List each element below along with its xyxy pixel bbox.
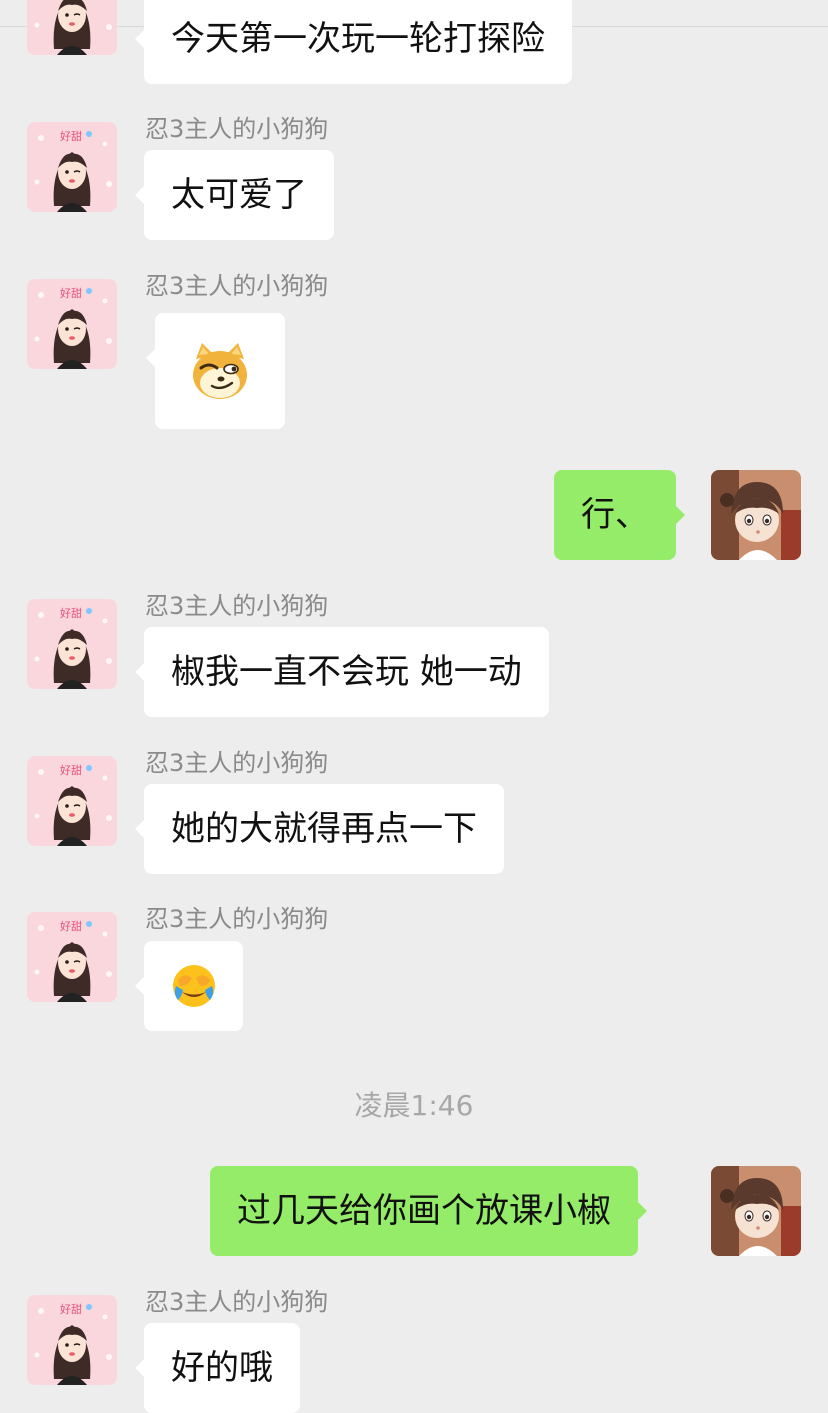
chat-timestamp: 凌晨1:46 bbox=[354, 1089, 474, 1122]
message-bubble[interactable]: 行、 bbox=[554, 470, 685, 560]
message-text: 今天第一次玩一轮打探险 bbox=[171, 19, 545, 59]
sender-name: 忍3主人的小狗狗 bbox=[145, 592, 329, 620]
contact-avatar[interactable] bbox=[27, 0, 117, 55]
message-text: 她的大就得再点一下 bbox=[171, 809, 477, 849]
emoji-message[interactable] bbox=[135, 941, 243, 1031]
contact-avatar[interactable] bbox=[27, 599, 117, 689]
message-text: 行、 bbox=[581, 495, 649, 535]
sender-name: 忍3主人的小狗狗 bbox=[145, 905, 329, 933]
sender-name: 忍3主人的小狗狗 bbox=[145, 1288, 329, 1316]
message-bubble[interactable]: 太可爱了 bbox=[135, 150, 334, 240]
message-bubble[interactable]: 椒我一直不会玩 她一动 bbox=[135, 627, 549, 717]
sender-name: 忍3主人的小狗狗 bbox=[145, 272, 329, 300]
my-avatar[interactable] bbox=[711, 1166, 801, 1256]
contact-avatar[interactable] bbox=[27, 756, 117, 846]
doge-smirk-icon bbox=[193, 343, 247, 399]
contact-avatar[interactable] bbox=[27, 912, 117, 1002]
sender-name: 忍3主人的小狗狗 bbox=[145, 749, 329, 777]
message-bubble[interactable]: 她的大就得再点一下 bbox=[135, 784, 504, 874]
contact-avatar[interactable] bbox=[27, 122, 117, 212]
contact-avatar[interactable] bbox=[27, 1295, 117, 1385]
message-bubble[interactable]: 好的哦 bbox=[135, 1323, 300, 1413]
facepalm-emoji-icon bbox=[172, 965, 215, 1007]
message-bubble[interactable]: 过几天给你画个放课小椒 bbox=[210, 1166, 647, 1256]
sticker-message[interactable] bbox=[146, 313, 285, 429]
message-text: 过几天给你画个放课小椒 bbox=[237, 1191, 611, 1231]
my-avatar[interactable] bbox=[711, 470, 801, 560]
message-text: 好的哦 bbox=[171, 1348, 273, 1388]
message-bubble[interactable]: 今天第一次玩一轮打探险 bbox=[135, 0, 572, 84]
sender-name: 忍3主人的小狗狗 bbox=[145, 115, 329, 143]
message-text: 太可爱了 bbox=[171, 175, 307, 215]
message-text: 椒我一直不会玩 她一动 bbox=[171, 652, 522, 692]
contact-avatar[interactable] bbox=[27, 279, 117, 369]
